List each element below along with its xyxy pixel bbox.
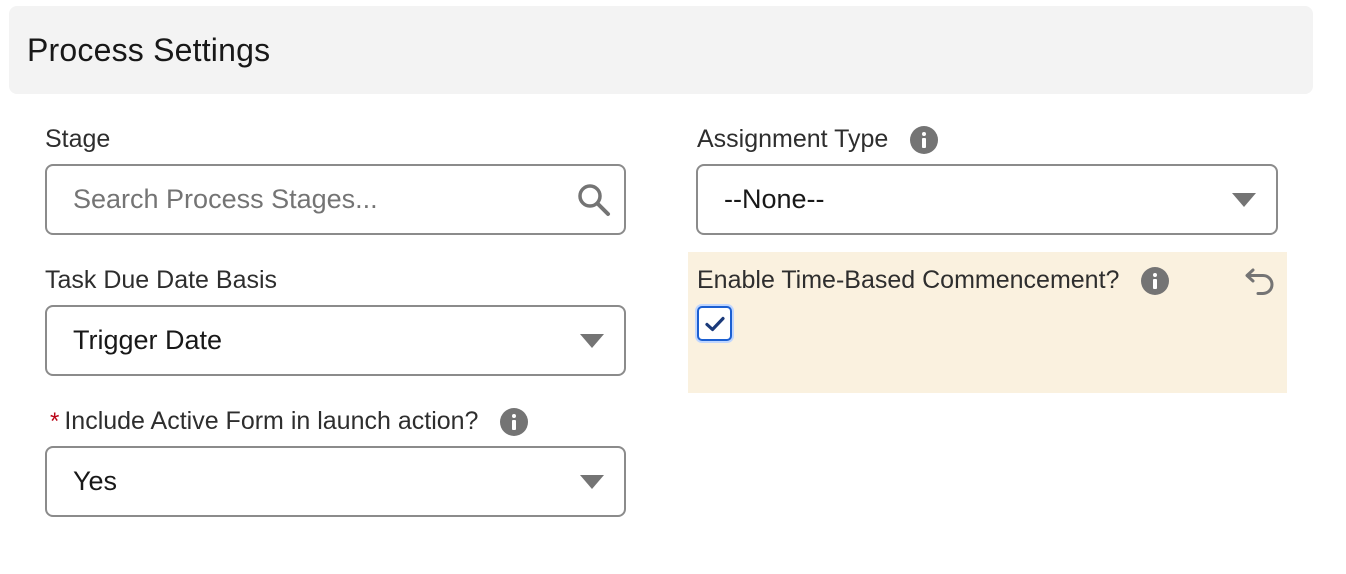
checkmark-icon [704,316,725,331]
include-active-form-value: Yes [73,466,118,496]
task-due-date-basis-value: Trigger Date [73,325,223,355]
info-icon[interactable] [910,125,939,154]
info-icon[interactable] [500,407,529,436]
search-icon[interactable] [576,182,612,225]
chevron-down-icon [580,474,604,489]
section-header[interactable]: Process Settings [9,6,1313,94]
time-based-commencement-checkbox[interactable] [697,306,732,341]
required-marker: * [50,407,60,435]
info-icon[interactable] [1141,266,1170,295]
chevron-down-icon [1232,192,1256,207]
time-based-commencement-label-text: Enable Time-Based Commencement? [697,266,1120,294]
stage-search-input[interactable]: Search Process Stages... [45,164,626,235]
task-due-date-basis-select[interactable]: Trigger Date [45,305,626,376]
stage-search-placeholder: Search Process Stages... [73,184,378,214]
include-active-form-label: * Include Active Form in launch action? [50,407,529,436]
undo-icon[interactable] [1244,263,1278,302]
assignment-type-label-text: Assignment Type [697,125,889,153]
time-based-commencement-label: Enable Time-Based Commencement? [697,266,1170,295]
include-active-form-select[interactable]: Yes [45,446,626,517]
include-active-form-label-text: Include Active Form in launch action? [64,407,479,435]
task-due-date-basis-label-text: Task Due Date Basis [45,266,278,294]
stage-label: Stage [45,125,110,154]
chevron-down-icon [580,333,604,348]
assignment-type-label: Assignment Type [697,125,939,154]
process-settings-page: Process Settings Stage Search Process St… [0,0,1346,574]
stage-label-text: Stage [45,125,111,153]
assignment-type-select[interactable]: --None-- [696,164,1278,235]
task-due-date-basis-label: Task Due Date Basis [45,266,277,295]
section-title: Process Settings [27,32,271,68]
assignment-type-value: --None-- [724,184,825,214]
